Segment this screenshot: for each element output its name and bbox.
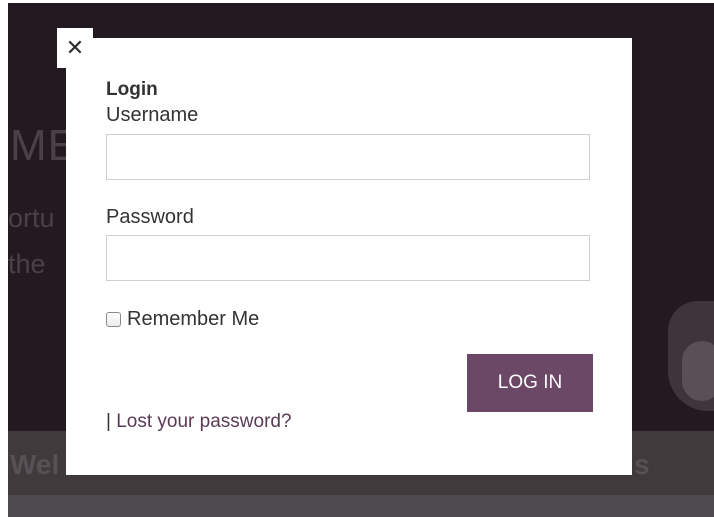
decorative-image-detail bbox=[682, 341, 714, 401]
username-label: Username bbox=[106, 104, 199, 126]
welcome-band-text-right: s bbox=[634, 449, 650, 480]
remember-me-row[interactable]: Remember Me bbox=[106, 308, 259, 331]
lost-password-row: | Lost your password? bbox=[106, 411, 292, 433]
password-input[interactable] bbox=[106, 235, 590, 281]
hero-text-line-2: the bbox=[8, 249, 46, 279]
login-modal: Login Username Password Remember Me LOG … bbox=[66, 38, 632, 475]
remember-me-checkbox[interactable] bbox=[106, 312, 121, 327]
username-input[interactable] bbox=[106, 134, 590, 180]
remember-me-label[interactable]: Remember Me bbox=[127, 308, 259, 331]
lost-password-link[interactable]: Lost your password? bbox=[116, 411, 291, 432]
hero-text-line-1: ortu bbox=[8, 203, 55, 233]
decorative-image bbox=[668, 301, 714, 411]
lost-password-separator: | bbox=[106, 411, 111, 432]
close-icon: ✕ bbox=[65, 35, 85, 60]
password-label: Password bbox=[106, 206, 194, 228]
login-button[interactable]: LOG IN bbox=[467, 354, 593, 412]
close-button[interactable]: ✕ bbox=[57, 28, 93, 68]
login-title: Login bbox=[106, 79, 158, 100]
bottom-strip bbox=[8, 495, 714, 517]
welcome-band-text-left: Wel bbox=[10, 449, 60, 480]
